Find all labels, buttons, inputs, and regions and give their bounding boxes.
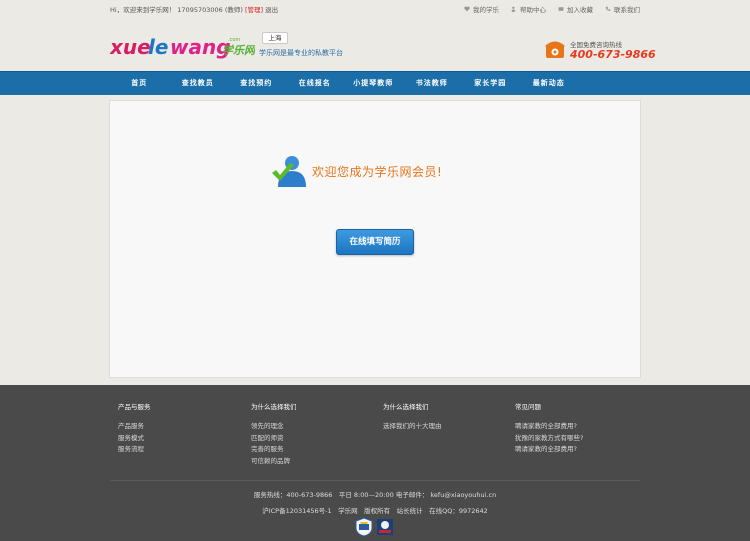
user-check-icon (272, 156, 306, 187)
footer-divider (110, 480, 640, 481)
footer-link[interactable]: 完善的服务 (251, 444, 297, 456)
footer: 产品与服务 产品服务 服务模式 服务流程 为什么选择我们 领先的理念 匹配的师资… (0, 385, 750, 541)
police-badge-icon[interactable] (376, 517, 394, 537)
nav-find-teacher[interactable]: 查找教员 (169, 72, 228, 95)
footer-badges (355, 517, 394, 537)
main-nav: 首页 查找教员 查找预约 在线报名 小提琴教师 书法教师 家长学园 最新动态 (0, 71, 750, 95)
top-link-label: 加入收藏 (567, 6, 593, 14)
footer-heading: 为什么选择我们 (383, 403, 429, 411)
footer-heading: 产品与服务 (118, 403, 151, 411)
xuelewang-logo[interactable]: xue le wang 学乐网 .com (110, 30, 255, 62)
nav-latest-news[interactable]: 最新动态 (520, 72, 579, 95)
nav-online-signup[interactable]: 在线报名 (286, 72, 345, 95)
top-links: 我的学乐 帮助中心 加入收藏 联系我们 (464, 4, 640, 14)
nav-calligraphy-teacher[interactable]: 书法教师 (403, 72, 462, 95)
logout-link[interactable]: 退出 (265, 6, 278, 14)
phone-icon (605, 6, 611, 11)
logo-text-com: .com (228, 37, 240, 43)
greeting-prefix: Hi，欢迎来到学乐网！ (110, 6, 176, 14)
footer-heading: 为什么选择我们 (251, 403, 297, 411)
footer-link[interactable]: 选择我们的十大理由 (383, 421, 442, 433)
security-shield-icon[interactable] (355, 517, 373, 537)
user-id: 17095703006 (教师) (177, 6, 243, 14)
city-selector[interactable]: 上海 (262, 32, 288, 44)
nav-home[interactable]: 首页 (110, 72, 169, 95)
footer-link[interactable]: 匹配的师资 (251, 433, 297, 445)
footer-link[interactable]: 聘请家教的全部费用? (515, 421, 583, 433)
people-icon (511, 6, 516, 12)
heart-icon (464, 6, 470, 12)
admin-link[interactable]: [管理] (245, 6, 263, 14)
welcome-message: 欢迎您成为学乐网会员! (270, 153, 490, 193)
footer-link[interactable]: 产品服务 (118, 421, 151, 433)
footer-icp-line: 沪ICP备12031456号-1 学乐网 版权所有 站长统计 在线QQ：9972… (262, 507, 488, 515)
header: xue le wang 学乐网 .com 上海 学乐网是最专业的私教平台 全国免… (0, 16, 750, 71)
top-link-contact[interactable]: 联系我们 (605, 4, 640, 14)
top-link-favorite[interactable]: 加入收藏 (558, 4, 593, 14)
nav-violin-teacher[interactable]: 小提琴教师 (344, 72, 403, 95)
logo-text-cn: 学乐网 (222, 44, 255, 57)
footer-contact-line: 服务热线：400-673-9866 平日 8:00—20:00 电子邮件： ke… (253, 491, 497, 499)
top-bar: Hi，欢迎来到学乐网！ 17095703006 (教师) [管理] 退出 我的学… (0, 0, 750, 16)
footer-link[interactable]: 可信赖的品牌 (251, 456, 297, 468)
hotline: 全国免费咨询热线 400-673-9866 (544, 37, 656, 67)
footer-link[interactable]: 聘请家教的全部费用? (515, 444, 583, 456)
telephone-icon (545, 41, 565, 58)
footer-link[interactable]: 领先的理念 (251, 421, 297, 433)
top-link-label: 帮助中心 (520, 6, 546, 14)
top-link-help[interactable]: 帮助中心 (511, 4, 546, 14)
footer-column-why-us-2: 为什么选择我们 选择我们的十大理由 (383, 401, 442, 433)
content-panel: 欢迎您成为学乐网会员! 在线填写简历 (109, 100, 641, 378)
hotline-number: 400-673-9866 (570, 48, 656, 61)
footer-link[interactable]: 服务模式 (118, 433, 151, 445)
footer-link[interactable]: 犹豫的家教方式有哪些? (515, 433, 583, 445)
logo-text-xue: xue (110, 35, 151, 59)
slogan: 学乐网是最专业的私教平台 (259, 49, 343, 57)
footer-column-why-us: 为什么选择我们 领先的理念 匹配的师资 完善的服务 可信赖的品牌 (251, 401, 297, 467)
nav-parent-school[interactable]: 家长学园 (461, 72, 520, 95)
bookmark-icon (558, 7, 564, 11)
footer-heading: 常见问题 (515, 403, 541, 411)
top-link-my-xuele[interactable]: 我的学乐 (464, 4, 499, 14)
footer-link[interactable]: 服务流程 (118, 444, 151, 456)
welcome-text: 欢迎您成为学乐网会员! (312, 165, 443, 179)
nav-find-booking[interactable]: 查找预约 (227, 72, 286, 95)
footer-column-faq: 常见问题 聘请家教的全部费用? 犹豫的家教方式有哪些? 聘请家教的全部费用? (515, 401, 583, 456)
top-link-label: 我的学乐 (473, 6, 499, 14)
logo-text-le: le (148, 35, 168, 59)
fill-resume-button[interactable]: 在线填写简历 (336, 229, 414, 255)
top-link-label: 联系我们 (614, 6, 640, 14)
footer-column-products: 产品与服务 产品服务 服务模式 服务流程 (118, 401, 151, 456)
greeting: Hi，欢迎来到学乐网！ 17095703006 (教师) [管理] 退出 (110, 4, 278, 14)
